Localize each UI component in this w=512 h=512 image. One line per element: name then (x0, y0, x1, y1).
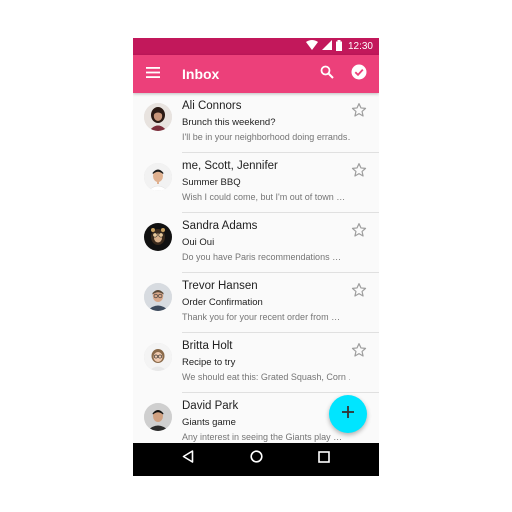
star-button[interactable] (351, 282, 367, 298)
recents-icon (318, 450, 330, 468)
home-button[interactable] (248, 450, 264, 468)
mail-sender: David Park (182, 400, 239, 412)
status-bar: 12:30 (133, 38, 379, 55)
page-title: Inbox (182, 66, 220, 82)
list-item[interactable]: Trevor Hansen Order Confirmation Thank y… (133, 273, 379, 333)
star-outline-icon (351, 223, 367, 242)
mail-preview: Any interest in seeing the Giants play … (182, 432, 343, 442)
mail-preview: I'll be in your neighborhood doing erran… (182, 132, 350, 142)
search-button[interactable] (317, 64, 337, 84)
avatar (144, 163, 172, 191)
phone-screen: 12:30 Inbox Ali Connors Brunch this week… (133, 38, 379, 476)
app-bar: Inbox (133, 55, 379, 93)
plus-icon (341, 405, 355, 424)
avatar (144, 283, 172, 311)
avatar (144, 343, 172, 371)
mail-preview: Do you have Paris recommendations … (182, 252, 342, 262)
recents-button[interactable] (316, 451, 332, 467)
inbox-list: Ali Connors Brunch this weekend? I'll be… (133, 93, 379, 443)
battery-icon (335, 39, 342, 54)
list-item[interactable]: Sandra Adams Oui Oui Do you have Paris r… (133, 213, 379, 273)
avatar (144, 403, 172, 431)
mail-preview: Thank you for your recent order from … (182, 312, 341, 322)
star-button[interactable] (351, 222, 367, 238)
menu-button[interactable] (143, 64, 163, 84)
mail-subject: Recipe to try (182, 357, 236, 368)
star-outline-icon (351, 163, 367, 182)
status-icons: 12:30 (305, 39, 373, 54)
mail-subject: Order Confirmation (182, 297, 263, 308)
mail-sender: Sandra Adams (182, 220, 258, 232)
mail-sender: Trevor Hansen (182, 280, 258, 292)
mail-subject: Summer BBQ (182, 177, 241, 188)
select-all-button[interactable] (349, 64, 369, 84)
mail-preview: We should eat this: Grated Squash, Corn … (182, 372, 350, 382)
star-outline-icon (351, 283, 367, 302)
home-icon (249, 450, 263, 468)
list-item[interactable]: Ali Connors Brunch this weekend? I'll be… (133, 93, 379, 153)
check-circle-icon (351, 64, 367, 85)
mail-subject: Brunch this weekend? (182, 117, 276, 128)
search-icon (320, 65, 334, 84)
star-button[interactable] (351, 342, 367, 358)
star-outline-icon (351, 103, 367, 122)
avatar (144, 223, 172, 251)
list-item[interactable]: me, Scott, Jennifer Summer BBQ Wish I co… (133, 153, 379, 213)
star-button[interactable] (351, 102, 367, 118)
star-button[interactable] (351, 162, 367, 178)
back-button[interactable] (180, 450, 196, 468)
back-icon (182, 450, 194, 468)
list-item[interactable]: Britta Holt Recipe to try We should eat … (133, 333, 379, 393)
mail-sender: Britta Holt (182, 340, 233, 352)
avatar (144, 103, 172, 131)
mail-sender: Ali Connors (182, 100, 242, 112)
mail-subject: Giants game (182, 417, 236, 428)
menu-icon (146, 65, 160, 83)
mail-subject: Oui Oui (182, 237, 215, 248)
compose-button[interactable] (329, 395, 367, 433)
mail-sender: me, Scott, Jennifer (182, 160, 278, 172)
navigation-bar (133, 443, 379, 476)
mail-preview: Wish I could come, but I'm out of town … (182, 192, 346, 202)
wifi-icon (305, 40, 318, 53)
star-outline-icon (351, 343, 367, 362)
signal-icon (321, 40, 332, 53)
status-time: 12:30 (347, 41, 373, 52)
